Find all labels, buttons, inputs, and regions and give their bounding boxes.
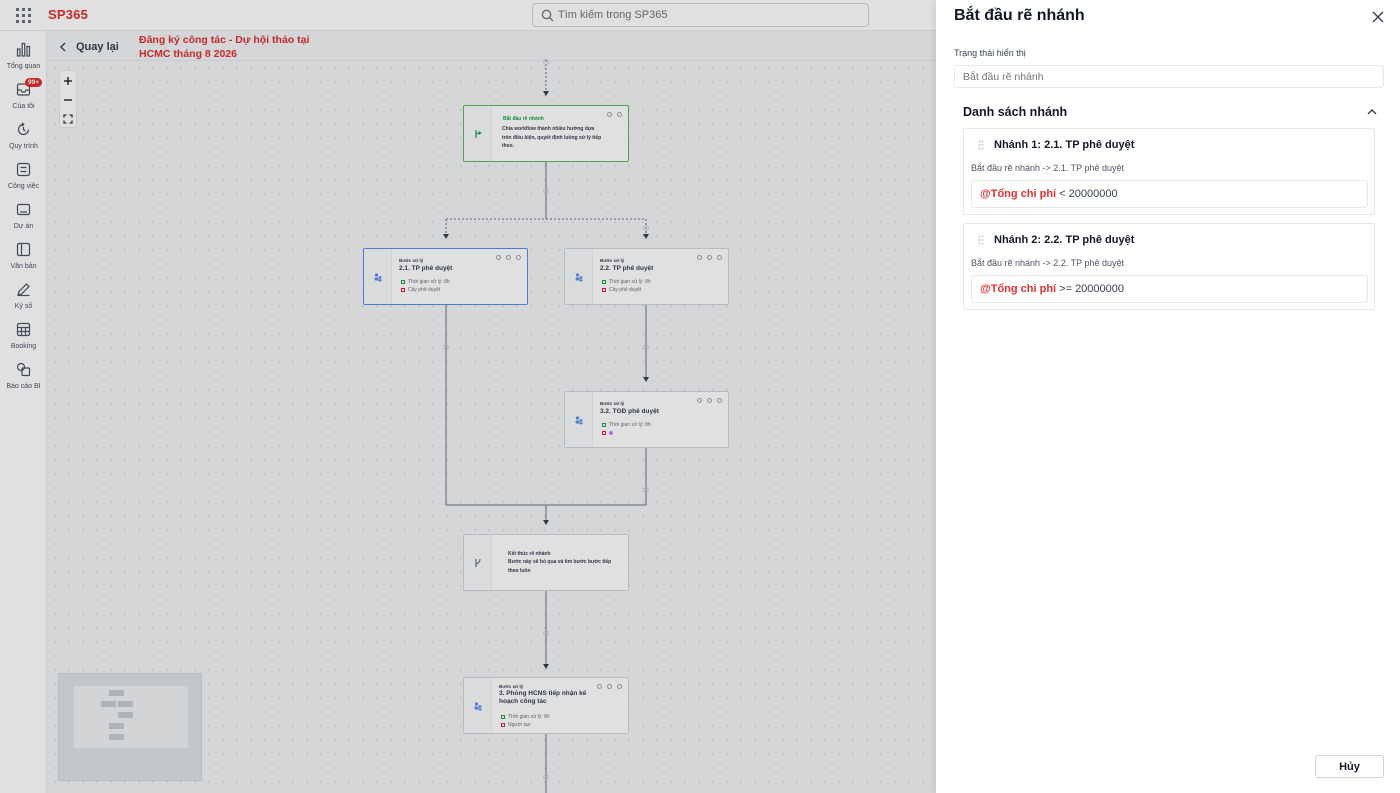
drag-handle-icon[interactable] (978, 140, 984, 150)
panel-title: Bắt đầu rẽ nhánh (954, 7, 1085, 24)
condition-variable: @Tổng chi phí (980, 283, 1057, 295)
branch-card-2: Nhánh 2: 2.2. TP phê duyệt Bắt đầu rẽ nh… (963, 223, 1375, 310)
branch-condition-input[interactable]: @Tổng chi phí < 20000000 (971, 180, 1368, 208)
cancel-button[interactable]: Hủy (1315, 755, 1384, 778)
drag-handle-icon[interactable] (978, 235, 984, 245)
branch-route: Bắt đầu rẽ nhánh -> 2.1. TP phê duyệt (971, 163, 1125, 173)
condition-expression: < 20000000 (1056, 188, 1118, 200)
condition-variable: @Tổng chi phí (980, 188, 1057, 200)
modal-backdrop[interactable] (0, 0, 936, 793)
condition-expression: >= 20000000 (1056, 283, 1125, 295)
branch-title: Nhánh 1: 2.1. TP phê duyệt (994, 139, 1135, 151)
branch-route: Bắt đầu rẽ nhánh -> 2.2. TP phê duyệt (971, 258, 1125, 268)
chevron-up-icon[interactable] (1366, 106, 1378, 118)
close-icon[interactable] (1372, 11, 1384, 23)
branch-settings-panel: Bắt đầu rẽ nhánh Trạng thái hiển thị Dan… (936, 0, 1400, 793)
display-status-input[interactable] (954, 65, 1384, 88)
branch-list-title: Danh sách nhánh (963, 105, 1068, 119)
branch-title: Nhánh 2: 2.2. TP phê duyệt (994, 234, 1135, 246)
display-status-label: Trạng thái hiển thị (954, 48, 1026, 58)
branch-condition-input[interactable]: @Tổng chi phí >= 20000000 (971, 275, 1368, 303)
branch-card-1: Nhánh 1: 2.1. TP phê duyệt Bắt đầu rẽ nh… (963, 128, 1375, 215)
